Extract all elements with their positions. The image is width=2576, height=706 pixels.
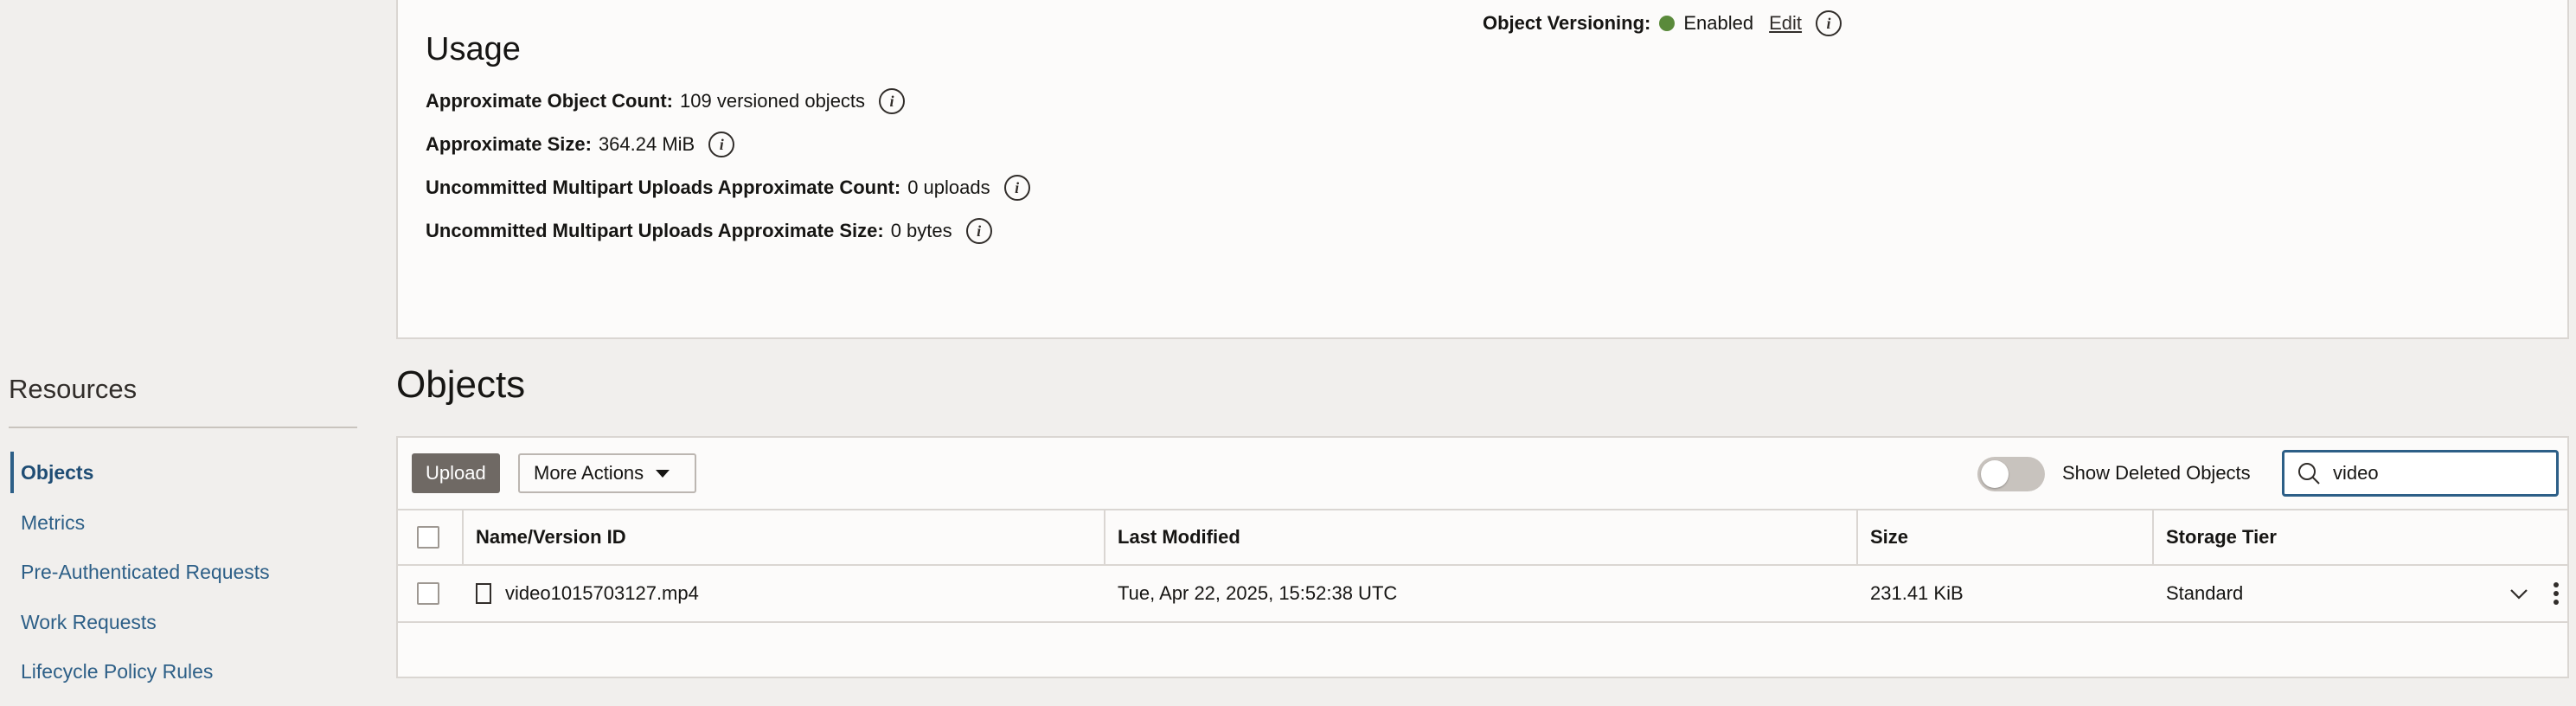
- column-header-storage-tier[interactable]: Storage Tier: [2154, 510, 2277, 564]
- sidebar-item-metrics[interactable]: Metrics: [10, 502, 85, 543]
- sidebar-item-objects[interactable]: Objects: [10, 452, 93, 493]
- object-versioning: Object Versioning: Enabled Edit i: [1483, 10, 1842, 36]
- sidebar-item-lifecycle-policy-rules[interactable]: Lifecycle Policy Rules: [10, 651, 213, 692]
- status-dot-icon: [1659, 16, 1676, 31]
- caret-down-icon: [656, 469, 670, 478]
- usage-multipart-size: Uncommitted Multipart Uploads Approximat…: [426, 218, 992, 244]
- object-name[interactable]: video1015703127.mp4: [505, 582, 699, 605]
- select-all-cell: [407, 510, 439, 564]
- resources-sidebar: Resources Objects Metrics Pre-Authentica…: [0, 0, 372, 706]
- table-header: Name/Version ID Last Modified Size Stora…: [398, 509, 2567, 566]
- objects-toolbar: Upload More Actions Show Deleted Objects: [398, 438, 2567, 509]
- column-header-name[interactable]: Name/Version ID: [464, 510, 626, 564]
- select-all-checkbox[interactable]: [417, 526, 439, 549]
- row-name-cell: video1015703127.mp4: [464, 566, 699, 621]
- more-actions-label: More Actions: [534, 462, 644, 484]
- row-storage-tier: Standard: [2166, 582, 2244, 604]
- chevron-down-icon[interactable]: [2509, 583, 2529, 604]
- versioning-status: Enabled: [1683, 12, 1754, 34]
- search-box[interactable]: [2282, 450, 2559, 497]
- row-last-modified: Tue, Apr 22, 2025, 15:52:38 UTC: [1118, 582, 1398, 604]
- multipart-size-value: 0 bytes: [890, 220, 952, 241]
- object-count-label: Approximate Object Count:: [426, 90, 674, 112]
- resources-title: Resources: [9, 374, 138, 404]
- table-row[interactable]: video1015703127.mp4 Tue, Apr 22, 2025, 1…: [398, 566, 2567, 623]
- row-checkbox[interactable]: [417, 582, 439, 605]
- info-icon[interactable]: i: [879, 88, 906, 114]
- resources-divider: [9, 427, 357, 428]
- object-count-value: 109 versioned objects: [680, 90, 866, 112]
- row-select-cell: [407, 566, 439, 621]
- objects-title: Objects: [396, 363, 526, 406]
- usage-panel: Usage Approximate Object Count: 109 vers…: [396, 0, 2569, 339]
- objects-panel: Upload More Actions Show Deleted Objects…: [396, 436, 2569, 678]
- edit-versioning-link[interactable]: Edit: [1769, 12, 1802, 35]
- info-icon[interactable]: i: [1003, 175, 1030, 201]
- size-label: Approximate Size:: [426, 133, 592, 155]
- more-actions-button[interactable]: More Actions: [518, 453, 696, 493]
- row-size: 231.41 KiB: [1870, 582, 1964, 604]
- usage-size: Approximate Size: 364.24 MiB i: [426, 132, 735, 157]
- usage-title: Usage: [426, 31, 521, 67]
- kebab-menu-icon[interactable]: [2550, 580, 2562, 607]
- versioning-label: Object Versioning:: [1483, 12, 1651, 34]
- info-icon[interactable]: i: [965, 218, 992, 244]
- sidebar-item-pre-authenticated-requests[interactable]: Pre-Authenticated Requests: [10, 551, 270, 593]
- search-input[interactable]: [2331, 461, 2539, 485]
- usage-multipart-count: Uncommitted Multipart Uploads Approximat…: [426, 175, 1030, 201]
- show-deleted-label: Show Deleted Objects: [2062, 462, 2251, 484]
- multipart-size-label: Uncommitted Multipart Uploads Approximat…: [426, 220, 884, 241]
- multipart-count-value: 0 uploads: [907, 176, 990, 198]
- sidebar-item-work-requests[interactable]: Work Requests: [10, 601, 157, 643]
- show-deleted-toggle[interactable]: [1977, 457, 2045, 491]
- file-icon: [476, 583, 491, 604]
- size-value: 364.24 MiB: [598, 133, 695, 155]
- usage-object-count: Approximate Object Count: 109 versioned …: [426, 88, 906, 114]
- info-icon[interactable]: i: [708, 132, 735, 157]
- multipart-count-label: Uncommitted Multipart Uploads Approximat…: [426, 176, 901, 198]
- search-icon: [2297, 461, 2321, 485]
- column-header-size[interactable]: Size: [1858, 510, 1908, 564]
- upload-button[interactable]: Upload: [412, 453, 500, 493]
- toggle-knob: [1981, 460, 2009, 488]
- column-header-last-modified[interactable]: Last Modified: [1105, 510, 1240, 564]
- info-icon[interactable]: i: [1816, 10, 1842, 36]
